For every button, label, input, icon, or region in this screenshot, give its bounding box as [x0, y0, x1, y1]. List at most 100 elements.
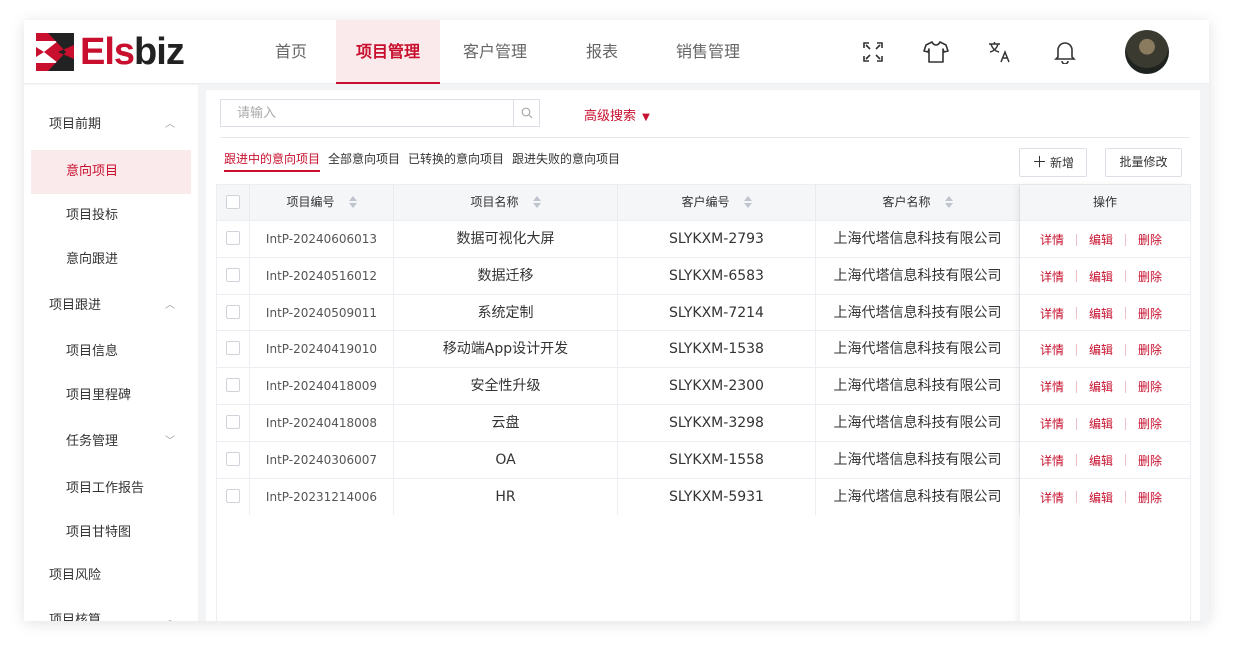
- checkbox-cell: [217, 441, 250, 478]
- edit-link[interactable]: 编辑: [1089, 454, 1113, 468]
- cell-customer-name: 上海代塔信息科技有限公司: [816, 405, 1020, 441]
- avatar[interactable]: [1125, 30, 1169, 74]
- search-icon[interactable]: [513, 100, 539, 126]
- sidebar-item-project-accounting[interactable]: 项目核算 ︿: [31, 599, 191, 621]
- cell-operations: 详情 编辑 删除: [1020, 331, 1190, 367]
- delete-link[interactable]: 删除: [1138, 270, 1162, 284]
- batch-edit-button[interactable]: 批量修改: [1105, 148, 1182, 177]
- sidebar-item-label: 意向项目: [66, 164, 119, 179]
- row-checkbox[interactable]: [226, 304, 240, 319]
- sidebar-item-project-milestones[interactable]: 项目里程碑: [31, 374, 191, 418]
- cell-customer-name: 上海代塔信息科技有限公司: [816, 331, 1020, 368]
- detail-link[interactable]: 详情: [1040, 233, 1064, 247]
- checkbox-cell: [217, 368, 250, 405]
- action-separator: [1076, 380, 1078, 393]
- translate-icon[interactable]: [984, 36, 1016, 68]
- add-button-label: 新增: [1050, 156, 1075, 170]
- edit-link[interactable]: 编辑: [1089, 491, 1113, 505]
- nav-sales-management[interactable]: 销售管理: [654, 20, 762, 84]
- row-checkbox[interactable]: [226, 415, 240, 429]
- sort-icon[interactable]: [348, 195, 357, 209]
- checkbox-cell: [217, 257, 250, 294]
- tab-all-intent[interactable]: 全部意向项目: [328, 150, 400, 172]
- detail-link[interactable]: 详情: [1040, 307, 1064, 321]
- detail-link[interactable]: 详情: [1040, 343, 1064, 357]
- row-checkbox[interactable]: [226, 488, 240, 503]
- detail-link[interactable]: 详情: [1040, 454, 1064, 468]
- edit-link[interactable]: 编辑: [1089, 417, 1113, 431]
- edit-link[interactable]: 编辑: [1089, 343, 1113, 357]
- main-nav: 首页 项目管理 客户管理 报表 销售管理: [246, 20, 762, 84]
- delete-link[interactable]: 删除: [1138, 380, 1162, 394]
- column-label: 客户名称: [882, 195, 931, 209]
- cell-project-name: 安全性升级: [394, 368, 618, 405]
- add-button[interactable]: ＋新增: [1019, 148, 1087, 177]
- bell-icon[interactable]: [1049, 36, 1081, 68]
- tab-following-intent[interactable]: 跟进中的意向项目: [224, 150, 321, 172]
- sidebar-item-label: 项目前期: [49, 117, 102, 132]
- filter-tabs: 跟进中的意向项目 全部意向项目 已转换的意向项目 跟进失败的意向项目: [224, 150, 628, 174]
- cell-project-code: IntP-20240418008: [250, 405, 394, 441]
- table-row: IntP-20240419010 移动端App设计开发 SLYKXM-1538 上海代…: [217, 330, 1190, 368]
- sort-icon[interactable]: [743, 195, 752, 209]
- top-header: Elsbiz 首页 项目管理 客户管理 报表 销售管理: [24, 20, 1209, 84]
- select-all-checkbox[interactable]: [226, 195, 240, 209]
- delete-link[interactable]: 删除: [1138, 491, 1162, 505]
- cell-project-code: IntP-20231214006: [250, 478, 394, 515]
- detail-link[interactable]: 详情: [1040, 380, 1064, 394]
- sidebar-item-work-reports[interactable]: 项目工作报告: [31, 467, 191, 511]
- tab-failed-intent[interactable]: 跟进失败的意向项目: [512, 150, 620, 172]
- sort-icon[interactable]: [944, 195, 953, 209]
- nav-reports[interactable]: 报表: [550, 20, 654, 84]
- column-customer-code[interactable]: 客户编号: [618, 185, 816, 220]
- theme-shirt-icon[interactable]: [920, 36, 952, 68]
- edit-link[interactable]: 编辑: [1089, 307, 1113, 321]
- detail-link[interactable]: 详情: [1040, 417, 1064, 431]
- column-project-name[interactable]: 项目名称: [394, 185, 618, 220]
- search-input[interactable]: [221, 100, 539, 126]
- column-project-code[interactable]: 项目编号: [250, 185, 394, 220]
- detail-link[interactable]: 详情: [1040, 491, 1064, 505]
- action-separator: [1125, 380, 1127, 393]
- cell-customer-code: SLYKXM-1538: [618, 331, 816, 368]
- cell-project-name: 移动端App设计开发: [394, 331, 618, 368]
- row-checkbox[interactable]: [226, 378, 240, 393]
- detail-link[interactable]: 详情: [1040, 270, 1064, 284]
- brand-logo[interactable]: Elsbiz: [36, 32, 185, 72]
- checkbox-cell: [217, 478, 250, 515]
- tab-converted-intent[interactable]: 已转换的意向项目: [408, 150, 504, 172]
- advanced-search-toggle[interactable]: 高级搜索 ▼: [584, 105, 650, 124]
- sidebar-item-label: 意向跟进: [66, 252, 119, 267]
- sidebar-item-gantt-chart[interactable]: 项目甘特图: [31, 511, 191, 555]
- nav-home[interactable]: 首页: [246, 20, 336, 84]
- sidebar-item-label: 项目里程碑: [66, 388, 132, 403]
- sidebar-item-intent-followup[interactable]: 意向跟进: [31, 238, 191, 282]
- delete-link[interactable]: 删除: [1138, 417, 1162, 431]
- nav-project-management[interactable]: 项目管理: [336, 20, 440, 84]
- fullscreen-icon[interactable]: [857, 36, 889, 68]
- delete-link[interactable]: 删除: [1138, 307, 1162, 321]
- edit-link[interactable]: 编辑: [1089, 270, 1113, 284]
- row-checkbox[interactable]: [226, 231, 240, 245]
- sidebar-item-project-tracking[interactable]: 项目跟进 ︿: [31, 284, 191, 328]
- row-checkbox[interactable]: [226, 451, 240, 466]
- row-checkbox[interactable]: [226, 341, 240, 356]
- sort-icon[interactable]: [532, 195, 541, 209]
- sidebar-item-project-bidding[interactable]: 项目投标: [31, 194, 191, 238]
- column-customer-name[interactable]: 客户名称: [816, 185, 1020, 220]
- sidebar-item-task-management[interactable]: 任务管理 ﹀: [31, 420, 191, 464]
- sidebar-item-project-risk[interactable]: 项目风险: [31, 554, 191, 598]
- delete-link[interactable]: 删除: [1138, 233, 1162, 247]
- delete-link[interactable]: 删除: [1138, 343, 1162, 357]
- sidebar-item-project-info[interactable]: 项目信息: [31, 330, 191, 374]
- nav-customer-management[interactable]: 客户管理: [440, 20, 550, 84]
- sidebar-item-label: 项目投标: [66, 208, 119, 223]
- cell-operations: 详情 编辑 删除: [1020, 479, 1190, 515]
- sidebar-item-project-preliminary[interactable]: 项目前期 ︿: [31, 103, 191, 147]
- delete-link[interactable]: 删除: [1138, 454, 1162, 468]
- edit-link[interactable]: 编辑: [1089, 233, 1113, 247]
- sidebar-item-intent-projects[interactable]: 意向项目: [31, 150, 191, 194]
- row-checkbox[interactable]: [226, 267, 240, 282]
- edit-link[interactable]: 编辑: [1089, 380, 1113, 394]
- sidebar-item-label: 项目风险: [49, 568, 102, 583]
